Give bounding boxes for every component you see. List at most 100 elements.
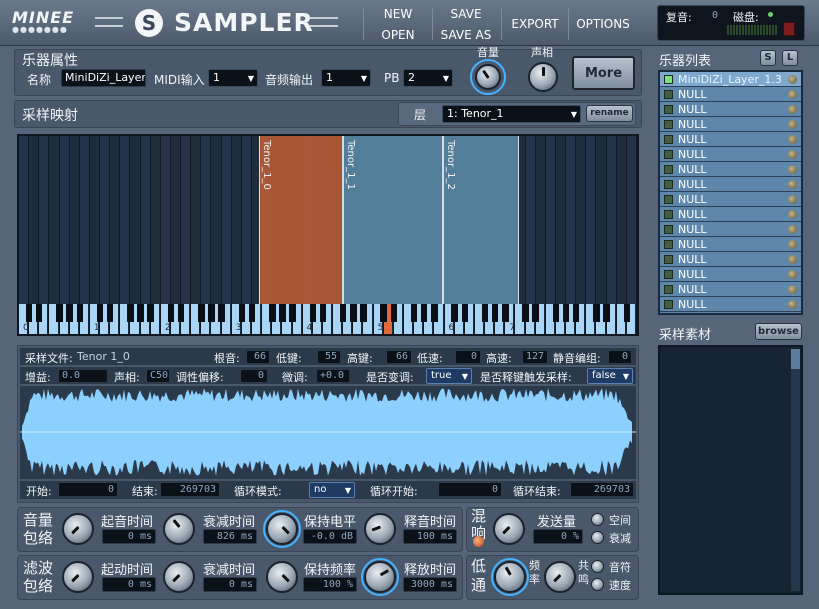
black-key[interactable] [339,304,347,322]
browse-button[interactable]: browse [755,323,802,340]
instrument-checkbox-icon[interactable] [664,104,673,114]
black-key[interactable] [360,304,367,322]
instrument-list-item[interactable]: NULL [660,222,801,237]
instrument-list-item[interactable]: MiniDiZi_Layer_1.3 [660,72,801,87]
instrument-checkbox-icon[interactable] [664,269,673,279]
name-field[interactable]: MiniDiZi_Layer [61,69,146,87]
instrument-checkbox-icon[interactable] [664,299,673,309]
black-key[interactable] [36,304,43,322]
instrument-checkbox-icon[interactable] [664,194,673,204]
instrument-status-icon[interactable] [788,134,797,144]
end-field[interactable]: 269703 [160,482,220,497]
pan-knob[interactable] [528,62,558,92]
black-key[interactable] [491,304,499,322]
black-key[interactable] [309,304,317,322]
instrument-status-icon[interactable] [788,149,797,159]
new-button[interactable]: NEW [370,4,426,24]
filter-decay-knob[interactable] [163,561,195,593]
black-key[interactable] [572,304,580,322]
options-button[interactable]: OPTIONS [572,14,634,34]
instrument-list-item[interactable]: NULL [660,297,801,312]
instrument-status-icon[interactable] [788,194,797,204]
filter-sustain-knob[interactable] [266,561,298,593]
black-key[interactable] [238,304,246,322]
lowpass-velocity-knob[interactable] [591,578,604,591]
volume-knob[interactable] [475,64,501,90]
instrument-status-icon[interactable] [788,179,797,189]
black-key[interactable] [289,304,296,322]
instrument-status-icon[interactable] [788,119,797,129]
low-key-field[interactable]: 55 [317,350,341,364]
instrument-checkbox-icon[interactable] [664,119,673,129]
instrument-checkbox-icon[interactable] [664,89,673,99]
black-key[interactable] [481,304,489,322]
instrument-checkbox-icon[interactable] [664,224,673,234]
black-key[interactable] [532,304,539,322]
sample-material-scrollbar[interactable] [791,349,800,591]
lowpass-note-knob[interactable] [591,560,604,573]
audio-output-select[interactable]: 1 [321,69,371,87]
black-key[interactable] [319,304,327,322]
load-button[interactable]: L [782,50,798,66]
gain-field[interactable]: 0.0 [58,369,108,383]
instrument-checkbox-icon[interactable] [664,284,673,294]
black-key[interactable] [76,304,83,322]
start-field[interactable]: 0 [58,482,118,497]
amp-decay-field[interactable]: 826 ms [203,529,257,544]
black-key[interactable] [552,304,560,322]
pitchbend-select[interactable]: 2 [403,69,453,87]
instrument-list-item[interactable]: NULL [660,162,801,177]
instrument-status-icon[interactable] [788,284,797,294]
instrument-checkbox-icon[interactable] [664,209,673,219]
layer-select[interactable]: 1: Tenor_1 [442,105,581,123]
save-as-button[interactable]: SAVE AS [436,25,496,45]
filter-release-field[interactable]: 3000 ms [403,577,457,592]
black-key[interactable] [593,304,600,322]
high-velocity-field[interactable]: 127 [522,350,548,364]
root-key-field[interactable]: 66 [246,350,270,364]
black-key[interactable] [380,304,387,322]
instrument-status-icon[interactable] [788,164,797,174]
loop-start-field[interactable]: 0 [438,482,502,497]
instrument-list-item[interactable]: NULL [660,117,801,132]
amp-attack-field[interactable]: 0 ms [102,529,156,544]
amp-decay-knob[interactable] [163,513,195,545]
instrument-list-item[interactable]: NULL [660,282,801,297]
instrument-status-icon[interactable] [788,224,797,234]
instrument-status-icon[interactable] [788,239,797,249]
release-trigger-select[interactable]: false [587,368,633,384]
instrument-checkbox-icon[interactable] [664,74,673,84]
black-key[interactable] [522,304,529,322]
solo-button[interactable]: S [760,50,776,66]
filter-attack-knob[interactable] [62,561,94,593]
reverb-decay-knob[interactable] [591,531,604,544]
sample-zone[interactable]: Tenor_1_2 [443,136,519,304]
instrument-list-item[interactable]: NULL [660,87,801,102]
instrument-list-item[interactable]: NULL [660,192,801,207]
reverb-send-field[interactable]: 0 % [533,529,583,544]
tune-offset-field[interactable]: 0 [240,369,268,383]
black-key[interactable] [461,304,468,322]
filter-release-knob[interactable] [364,561,396,593]
lowpass-resonance-knob[interactable] [544,561,576,593]
high-key-field[interactable]: 66 [386,350,412,364]
black-key[interactable] [269,304,276,322]
reverb-space-knob[interactable] [591,513,604,526]
waveform-display[interactable] [20,386,636,479]
instrument-list-item[interactable]: NULL [660,207,801,222]
amp-release-knob[interactable] [364,513,396,545]
instrument-list-item[interactable]: NULL [660,102,801,117]
black-key[interactable] [431,304,438,322]
instrument-list-item[interactable]: NULL [660,252,801,267]
loop-end-field[interactable]: 269703 [570,482,634,497]
black-key[interactable] [177,304,185,322]
black-key[interactable] [410,304,418,322]
black-key[interactable] [623,304,631,322]
save-button[interactable]: SAVE [436,4,496,24]
mute-group-field[interactable]: 0 [608,350,632,364]
black-key[interactable] [56,304,63,322]
black-key[interactable] [137,304,144,322]
more-button[interactable]: More [572,56,635,90]
black-key[interactable] [421,304,428,322]
instrument-status-icon[interactable] [788,89,797,99]
